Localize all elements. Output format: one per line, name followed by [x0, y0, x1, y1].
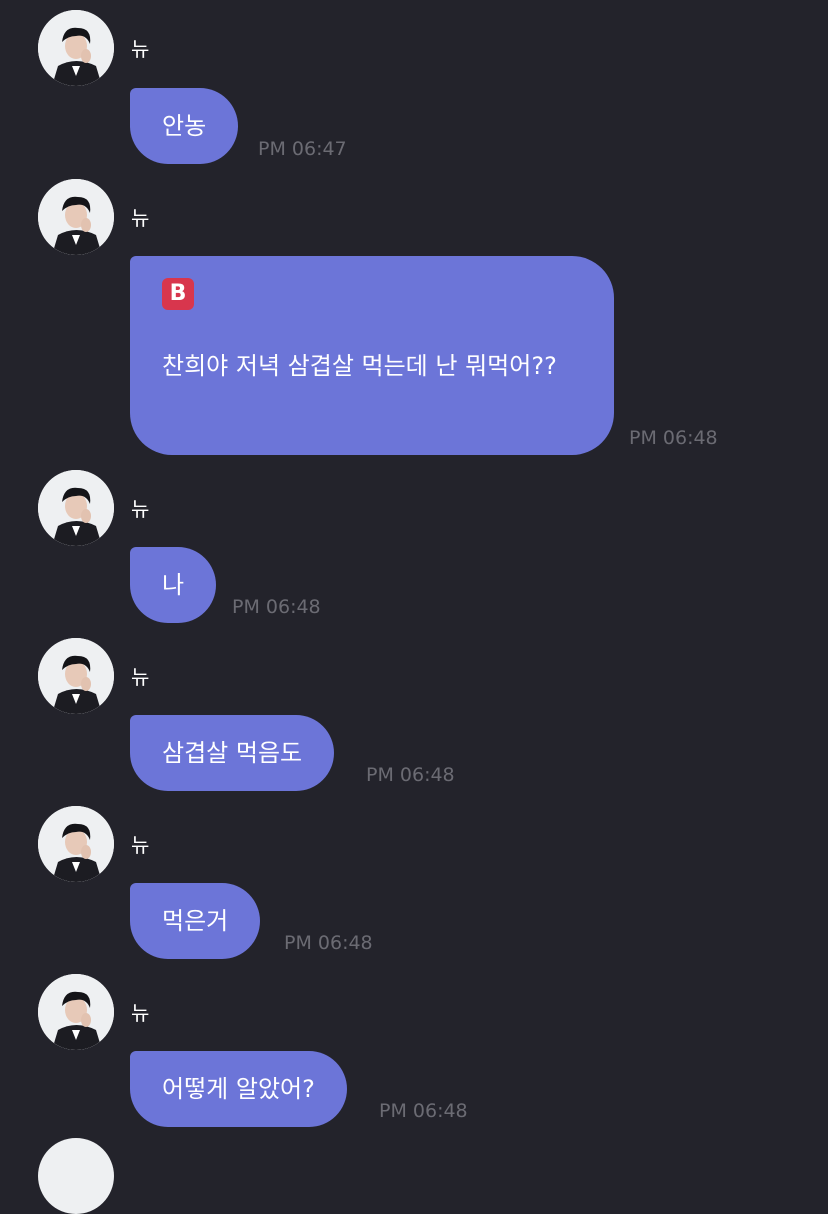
message-text: 먹은거: [162, 907, 229, 935]
avatar[interactable]: [38, 179, 114, 255]
message-bubble[interactable]: 먹은거: [130, 883, 261, 959]
avatar[interactable]: [38, 470, 114, 546]
sender-name: 뉴: [131, 665, 150, 689]
message-time: PM 06:48: [366, 764, 455, 786]
avatar[interactable]: [38, 974, 114, 1050]
message-bubble[interactable]: B 찬희야 저녁 삼겹살 먹는데 난 뭐먹어??: [130, 256, 614, 455]
message-text: 나: [162, 571, 185, 599]
avatar[interactable]: [38, 638, 114, 714]
sender-name: 뉴: [131, 1001, 150, 1025]
message-text: 어떻게 알았어?: [162, 1075, 315, 1103]
sender-name: 뉴: [131, 497, 150, 521]
b-button-emoji-icon: B: [162, 278, 194, 310]
message-time: PM 06:48: [232, 596, 321, 618]
avatar[interactable]: [38, 10, 114, 86]
sender-name: 뉴: [131, 37, 150, 61]
sender-name: 뉴: [131, 206, 150, 230]
message-time: PM 06:48: [629, 427, 718, 449]
message-bubble[interactable]: 어떻게 알았어?: [130, 1051, 347, 1127]
message-time: PM 06:48: [284, 932, 373, 954]
message-bubble[interactable]: 나: [130, 547, 217, 623]
message-bubble[interactable]: 안농: [130, 88, 239, 164]
message-time: PM 06:47: [258, 138, 347, 160]
message-text: 안농: [162, 112, 207, 140]
avatar[interactable]: [38, 806, 114, 882]
message-bubble[interactable]: 삼겹살 먹음도: [130, 715, 335, 791]
message-time: PM 06:48: [379, 1100, 468, 1122]
avatar[interactable]: [38, 1138, 114, 1214]
message-text: 찬희야 저녁 삼겹살 먹는데 난 뭐먹어??: [162, 352, 557, 380]
sender-name: 뉴: [131, 833, 150, 857]
message-text: 삼겹살 먹음도: [162, 739, 303, 767]
